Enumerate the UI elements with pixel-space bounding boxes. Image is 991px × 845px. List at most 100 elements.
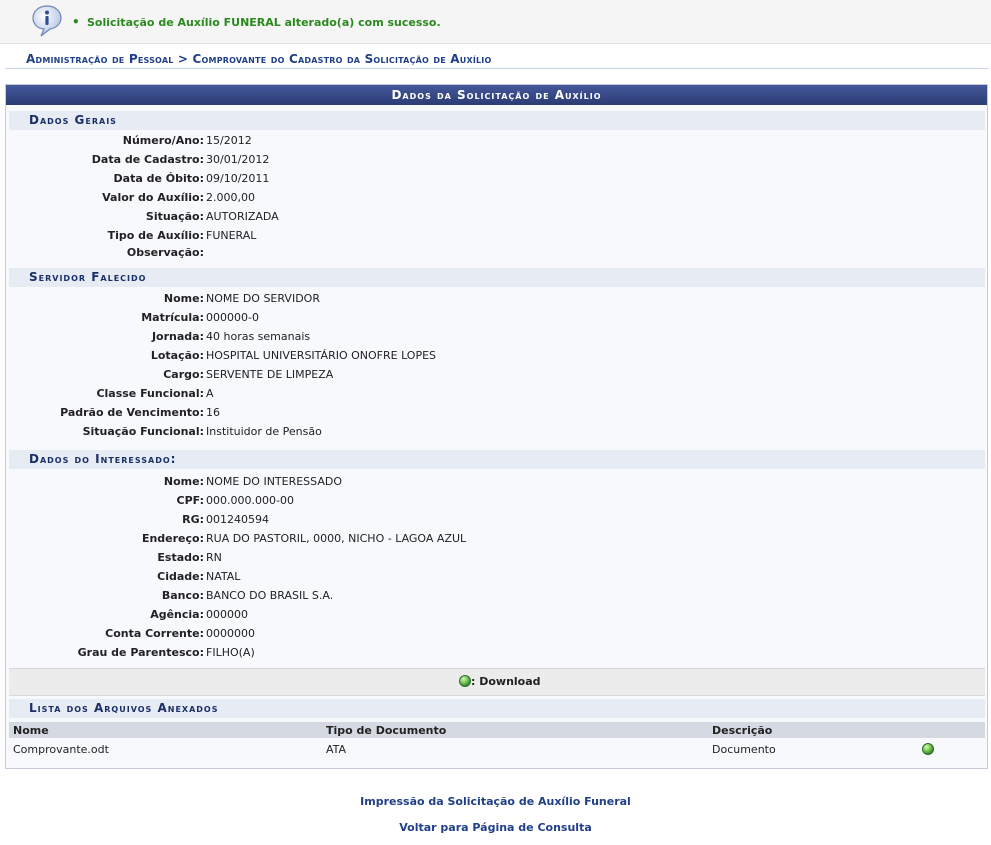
field-row-nome-interessado: Nome: NOME DO INTERESSADO <box>6 474 987 490</box>
field-label: Valor do Auxílio: <box>102 191 204 204</box>
field-value: NOME DO INTERESSADO <box>206 475 343 488</box>
field-value: 30/01/2012 <box>206 153 270 166</box>
column-header-nome: Nome <box>9 722 322 738</box>
breadcrumb-bar: Administração de Pessoal > Comprovante d… <box>5 45 988 69</box>
field-label: Endereço: <box>141 532 204 545</box>
field-row-endereco: Endereço: RUA DO PASTORIL, 0000, NICHO -… <box>6 531 987 547</box>
field-label: RG: <box>182 513 204 526</box>
field-value: HOSPITAL UNIVERSITÁRIO ONOFRE LOPES <box>206 349 437 362</box>
field-row-padrao-vencimento: Padrão de Vencimento: 16 <box>6 405 987 421</box>
section-header-servidor-falecido: Servidor Falecido <box>9 268 985 287</box>
message-bullet: • <box>72 15 80 29</box>
field-label: Data de Óbito: <box>113 172 204 185</box>
print-solicitation-link[interactable]: Impressão da Solicitação de Auxílio Fune… <box>0 795 991 808</box>
field-label: Padrão de Vencimento: <box>60 406 204 419</box>
field-row-data-obito: Data de Óbito: 09/10/2011 <box>6 171 987 187</box>
section-title: Lista dos Arquivos Anexados <box>29 701 219 715</box>
field-label: Observação: <box>126 246 204 259</box>
section-header-dados-interessado: Dados do Interessado: <box>9 450 985 469</box>
field-row-banco: Banco: BANCO DO BRASIL S.A. <box>6 588 987 604</box>
field-row-lotacao: Lotação: HOSPITAL UNIVERSITÁRIO ONOFRE L… <box>6 348 987 364</box>
info-icon <box>32 5 62 37</box>
field-row-situacao: Situação: AUTORIZADA <box>6 209 987 225</box>
field-label: Conta Corrente: <box>105 627 204 640</box>
field-value: AUTORIZADA <box>206 210 279 223</box>
panel-caption: Dados da Solicitação de Auxílio <box>6 85 987 105</box>
field-row-estado: Estado: RN <box>6 550 987 566</box>
field-value: Instituidor de Pensão <box>206 425 322 438</box>
field-value: FUNERAL <box>206 229 257 242</box>
field-label: Lotação: <box>150 349 204 362</box>
download-icon[interactable] <box>922 742 934 755</box>
field-value: RUA DO PASTORIL, 0000, NICHO - LAGOA AZU… <box>206 532 467 545</box>
field-row-numero-ano: Número/Ano: 15/2012 <box>6 133 987 149</box>
field-label: Matrícula: <box>141 311 204 324</box>
section-title: Dados do Interessado: <box>29 452 177 466</box>
field-label: Cidade: <box>157 570 204 583</box>
field-row-cargo: Cargo: SERVENTE DE LIMPEZA <box>6 367 987 383</box>
cell-descricao: Documento <box>708 738 918 760</box>
cell-nome: Comprovante.odt <box>9 738 322 760</box>
field-row-classe-funcional: Classe Funcional: A <box>6 386 987 402</box>
field-row-agencia: Agência: 000000 <box>6 607 987 623</box>
field-value: 40 horas semanais <box>206 330 311 343</box>
field-row-cidade: Cidade: NATAL <box>6 569 987 585</box>
field-label: Grau de Parentesco: <box>77 646 204 659</box>
success-message-bar: • Solicitação de Auxílio FUNERAL alterad… <box>0 0 991 44</box>
field-value: 2.000,00 <box>206 191 255 204</box>
field-row-conta-corrente: Conta Corrente: 0000000 <box>6 626 987 642</box>
field-value: NATAL <box>206 570 241 583</box>
field-value: BANCO DO BRASIL S.A. <box>206 589 334 602</box>
icon-legend-bar: : Download <box>9 668 985 696</box>
section-header-arquivos-anexados: Lista dos Arquivos Anexados <box>9 699 985 718</box>
section-header-dados-gerais: Dados Gerais <box>9 111 985 130</box>
section-title: Dados Gerais <box>29 113 117 127</box>
field-label: Jornada: <box>151 330 204 343</box>
attachments-table: Nome Tipo de Documento Descrição Comprov… <box>9 722 985 760</box>
section-title: Servidor Falecido <box>29 270 147 284</box>
field-value: A <box>206 387 214 400</box>
field-label: Número/Ano: <box>122 134 204 147</box>
field-row-tipo-auxilio: Tipo de Auxílio: FUNERAL <box>6 228 987 244</box>
cell-action <box>918 738 985 760</box>
field-label: Data de Cadastro: <box>91 153 204 166</box>
cell-tipo: ATA <box>322 738 708 760</box>
field-row-valor-auxilio: Valor do Auxílio: 2.000,00 <box>6 190 987 206</box>
field-label: Nome: <box>163 475 204 488</box>
field-value: 16 <box>206 406 220 419</box>
breadcrumb: Administração de Pessoal > Comprovante d… <box>26 52 492 66</box>
field-value: SERVENTE DE LIMPEZA <box>206 368 334 381</box>
field-value: RN <box>206 551 222 564</box>
field-row-matricula: Matrícula: 000000-0 <box>6 310 987 326</box>
field-row-rg: RG: 001240594 <box>6 512 987 528</box>
solicitation-panel: Dados da Solicitação de Auxílio Dados Ge… <box>5 84 988 769</box>
field-label: Tipo de Auxílio: <box>107 229 204 242</box>
field-label: Situação Funcional: <box>82 425 204 438</box>
field-row-data-cadastro: Data de Cadastro: 30/01/2012 <box>6 152 987 168</box>
field-value: 0000000 <box>206 627 255 640</box>
field-value: 000000-0 <box>206 311 259 324</box>
field-label: Nome: <box>163 292 204 305</box>
field-label: Banco: <box>161 589 204 602</box>
field-value: 15/2012 <box>206 134 252 147</box>
field-label: Situação: <box>145 210 204 223</box>
table-row: Comprovante.odt ATA Documento <box>9 738 985 760</box>
field-row-jornada: Jornada: 40 horas semanais <box>6 329 987 345</box>
column-header-tipo-documento: Tipo de Documento <box>322 722 708 738</box>
field-row-observacao: Observação: <box>6 245 987 261</box>
field-value: 09/10/2011 <box>206 172 270 185</box>
download-legend-label: : Download <box>471 675 541 688</box>
field-row-cpf: CPF: 000.000.000-00 <box>6 493 987 509</box>
field-value: FILHO(A) <box>206 646 255 659</box>
column-header-descricao: Descrição <box>708 722 918 738</box>
field-value: 000000 <box>206 608 248 621</box>
field-label: Estado: <box>157 551 204 564</box>
field-value: 001240594 <box>206 513 269 526</box>
column-header-actions <box>918 722 985 738</box>
field-label: Cargo: <box>163 368 204 381</box>
success-message-text: Solicitação de Auxílio FUNERAL alterado(… <box>87 16 441 29</box>
back-to-search-link[interactable]: Voltar para Página de Consulta <box>0 821 991 834</box>
field-row-situacao-funcional: Situação Funcional: Instituidor de Pensã… <box>6 424 987 440</box>
field-label: Agência: <box>150 608 204 621</box>
field-value: 000.000.000-00 <box>206 494 294 507</box>
